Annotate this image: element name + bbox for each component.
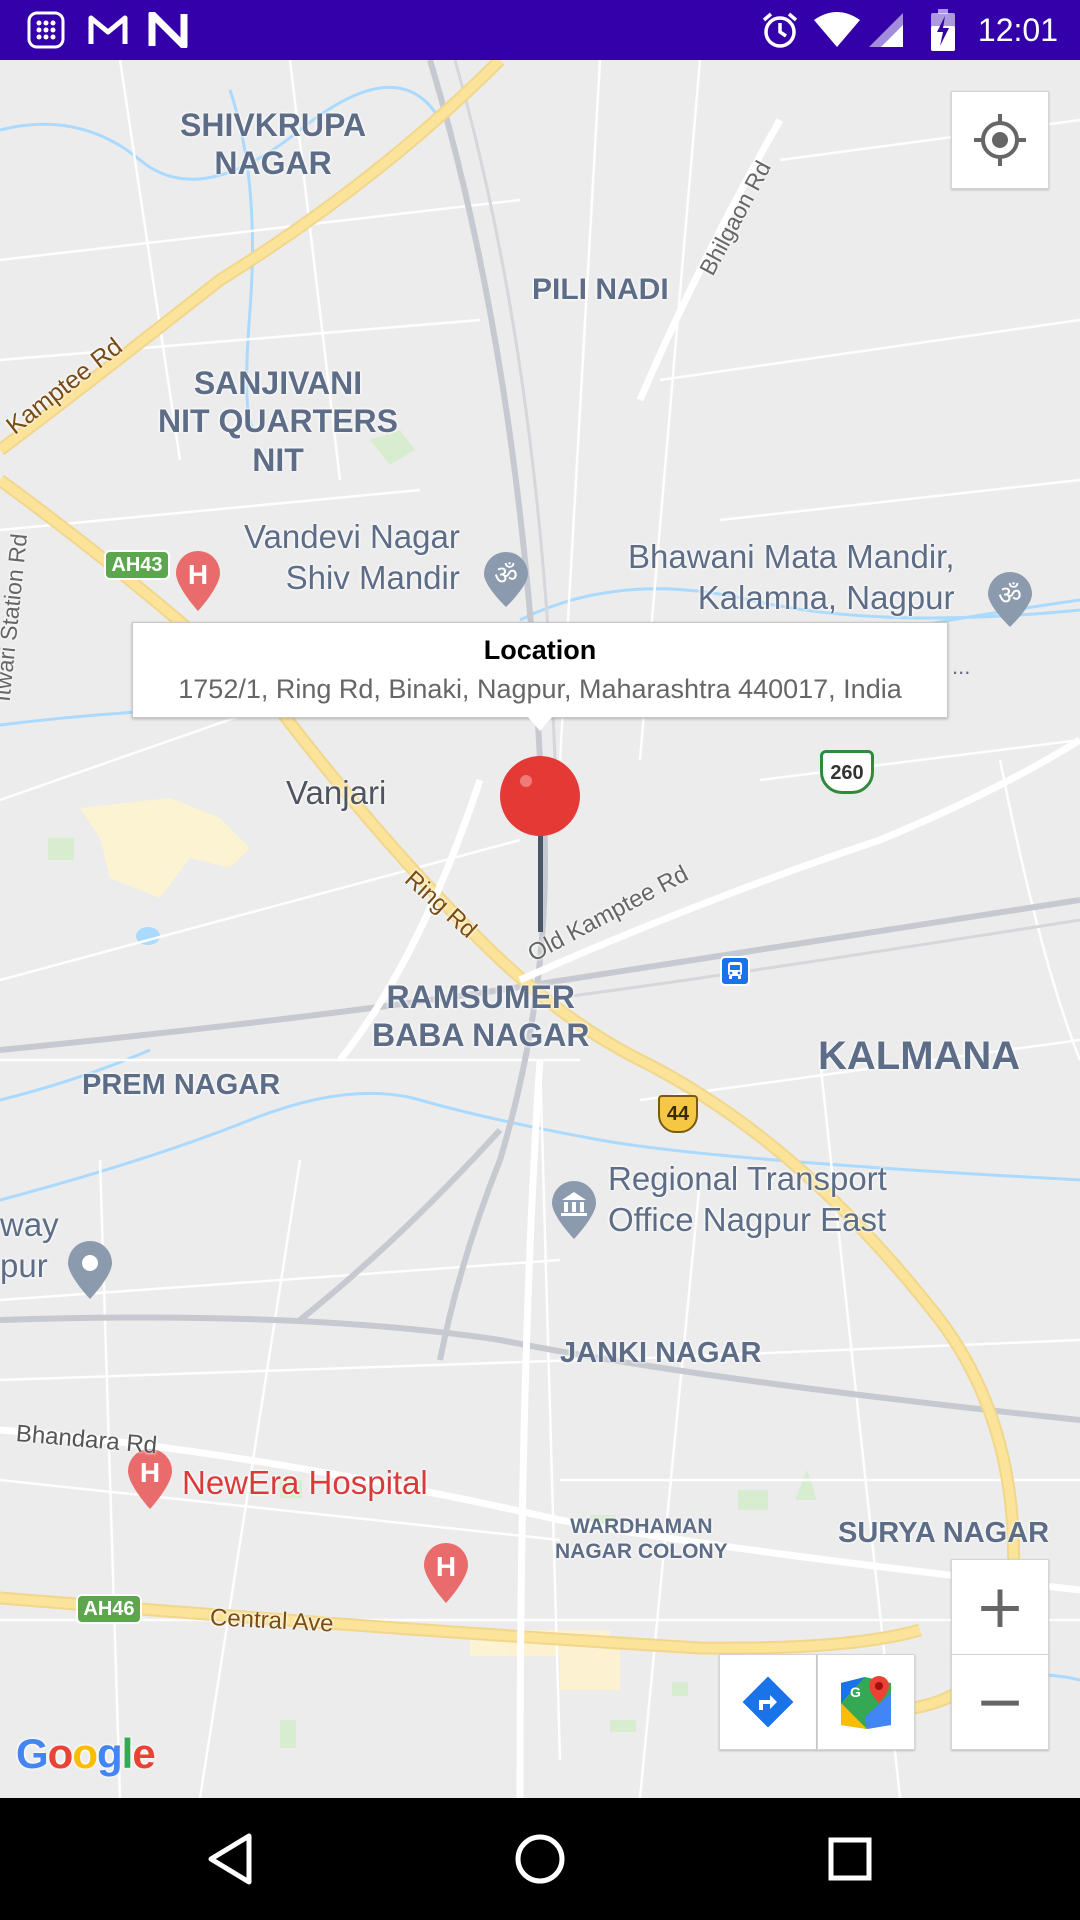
svg-text:H: H — [436, 1551, 456, 1582]
battery-icon — [928, 8, 958, 52]
svg-text:G: G — [850, 1684, 861, 1700]
svg-text:H: H — [188, 559, 208, 590]
navigation-bar — [0, 1798, 1080, 1920]
cell-signal-icon — [866, 8, 906, 52]
place-label-wardhaman: WARDHAMAN NAGAR COLONY — [555, 1515, 728, 1564]
temple-icon[interactable]: ॐ — [986, 572, 1034, 628]
place-pin-icon[interactable] — [66, 1240, 114, 1300]
place-label-ramsumer: RAMSUMER BABA NAGAR — [372, 979, 590, 1054]
status-bar-clock: 12:01 — [977, 12, 1058, 48]
svg-text:ॐ: ॐ — [494, 561, 518, 591]
place-label-kalmana: KALMANA — [818, 1034, 1021, 1078]
directions-button[interactable] — [719, 1654, 817, 1750]
hospital-icon[interactable]: H — [174, 550, 222, 612]
my-location-icon — [974, 114, 1026, 166]
status-bar: 12:01 — [0, 0, 1080, 60]
home-icon — [515, 1834, 565, 1884]
svg-text:ॐ: ॐ — [998, 581, 1022, 611]
calculator-app-icon — [24, 8, 68, 52]
recents-icon — [828, 1837, 872, 1881]
my-location-button[interactable] — [951, 91, 1049, 189]
app-n-icon — [146, 8, 190, 52]
place-label-pili-nadi: PILI NADI — [532, 273, 669, 306]
zoom-in-button[interactable]: + — [951, 1559, 1049, 1655]
truncated-label-ellipsis: ... — [952, 654, 971, 679]
recents-button[interactable] — [820, 1829, 880, 1889]
wifi-icon — [812, 8, 862, 52]
poi-label-vanjari: Vanjari — [286, 774, 387, 811]
place-label-surya-nagar: SURYA NAGAR — [838, 1517, 1050, 1549]
map-view[interactable]: AH43 AH46 44 260 SHIVKRUPA NAGAR PILI NA… — [0, 60, 1080, 1798]
poi-label-rto[interactable]: Regional Transport Office Nagpur East — [608, 1158, 887, 1241]
poi-label-newera[interactable]: NewEra Hospital — [182, 1462, 428, 1503]
hospital-icon[interactable]: H — [422, 1542, 470, 1604]
back-icon — [208, 1833, 252, 1885]
marker-info-window[interactable]: Location 1752/1, Ring Rd, Binaki, Nagpur… — [132, 622, 948, 718]
ah43-shield: AH43 — [104, 550, 170, 580]
bus-stop-icon[interactable] — [720, 956, 750, 986]
location-marker-pin[interactable] — [496, 754, 584, 940]
info-window-title: Location — [483, 635, 597, 665]
zoom-out-button[interactable]: − — [951, 1654, 1049, 1750]
government-building-icon[interactable] — [550, 1180, 598, 1240]
poi-label-bhawani[interactable]: Bhawani Mata Mandir, Kalamna, Nagpur — [628, 536, 955, 619]
place-label-janki-nagar: JANKI NAGAR — [560, 1337, 762, 1369]
back-button[interactable] — [200, 1829, 260, 1889]
google-logo: Google — [16, 1730, 156, 1777]
poi-label-vandevi[interactable]: Vandevi Nagar Shiv Mandir — [244, 516, 460, 599]
nh44-shield: 44 — [658, 1095, 698, 1133]
directions-icon — [742, 1676, 794, 1728]
svg-text:H: H — [140, 1457, 160, 1488]
open-google-maps-button[interactable]: G — [817, 1654, 915, 1750]
google-maps-icon: G — [841, 1676, 891, 1729]
poi-label-way-pur[interactable]: way pur — [0, 1204, 59, 1287]
info-window-tail — [528, 717, 552, 731]
ah46-shield: AH46 — [76, 1594, 142, 1624]
info-window-snippet: 1752/1, Ring Rd, Binaki, Nagpur, Maharas… — [178, 674, 902, 704]
place-label-prem-nagar: PREM NAGAR — [82, 1069, 281, 1101]
alarm-icon — [758, 8, 802, 52]
place-label-shivkrupa: SHIVKRUPA NAGAR — [180, 107, 367, 182]
nh260-shield: 260 — [820, 750, 874, 794]
home-button[interactable] — [510, 1829, 570, 1889]
gmail-icon — [86, 8, 130, 52]
place-label-sanjivani: SANJIVANI NIT QUARTERS NIT — [158, 365, 398, 478]
temple-icon[interactable]: ॐ — [482, 552, 530, 608]
